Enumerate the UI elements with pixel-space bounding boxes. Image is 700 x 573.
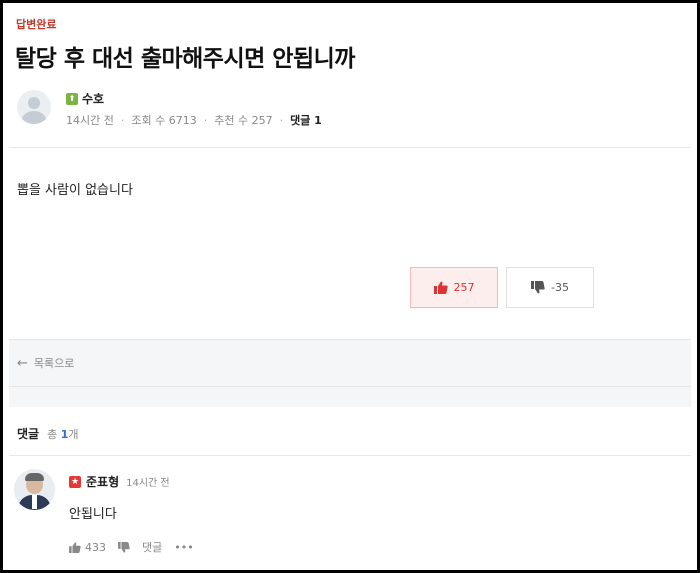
thumbs-up-icon [69,541,81,553]
answered-badge: 답변완료 [16,18,57,31]
page-frame: 답변완료 탈당 후 대선 출마해주시면 안됩니까 ⬆ 수호 14시간 전 · 조… [0,0,700,573]
meta-separator: · [279,113,284,127]
comment-like-button[interactable]: 433 [69,541,106,554]
thumbs-up-icon [433,281,448,294]
meta-separator: · [120,113,125,127]
comments-total-prefix: 총 [47,427,58,441]
meta-separator: · [203,113,208,127]
post-time: 14시간 전 [66,114,114,127]
comments-title: 댓글 [17,427,40,441]
post-title: 탈당 후 대선 출마해주시면 안됩니까 [15,46,355,72]
comment-actions: 433 댓글 ••• [69,539,194,555]
comments-total: 총 1개 [47,426,78,442]
comments-header: 댓글 총 1개 [17,425,79,442]
downvote-button[interactable]: -35 [506,267,594,308]
recommend-count: 추천 수 257 [214,114,273,127]
author-avatar[interactable] [17,90,51,124]
grade-icon: ⬆ [66,92,78,105]
view-count: 조회 수 6713 [131,114,197,127]
comments-total-suffix: 개 [68,427,79,441]
divider [9,455,691,456]
thumbs-down-icon [531,281,545,294]
thumbs-down-icon [118,541,130,553]
avatar-hair-shape [25,473,44,481]
author-name[interactable]: 수호 [82,90,104,107]
comment-text: 안됩니다 [69,507,117,522]
comment-reply-button[interactable]: 댓글 [142,539,162,555]
section-gap [9,387,691,407]
more-options-icon[interactable]: ••• [174,541,193,554]
comment-count-link[interactable]: 댓글 1 [290,112,322,128]
avatar-body-shape [22,111,46,124]
upvote-count: 257 [453,281,475,294]
comment-like-count: 433 [85,540,106,554]
comment-time: 14시간 전 [126,478,170,489]
star-icon: ★ [69,475,81,488]
avatar-head-shape [28,97,40,109]
downvote-count: -35 [551,281,569,294]
comment-avatar[interactable] [14,469,55,510]
comment-author-row: ★ 준표형 14시간 전 [69,473,170,490]
post-meta: 14시간 전 · 조회 수 6713 · 추천 수 257 · 댓글 1 [66,112,322,128]
upvote-button[interactable]: 257 [410,267,498,308]
comment-dislike-button[interactable] [118,541,130,553]
divider [9,147,691,148]
author-row: ⬆ 수호 [66,90,104,107]
back-to-list-button[interactable]: ← 목록으로 [9,339,691,387]
arrow-left-icon: ← [17,355,28,371]
avatar-shirt-shape [32,495,37,509]
comment-author[interactable]: 준표형 [86,473,119,490]
post-body: 뽑을 사람이 없습니다 [17,183,133,198]
back-to-list-label: 목록으로 [33,357,75,370]
